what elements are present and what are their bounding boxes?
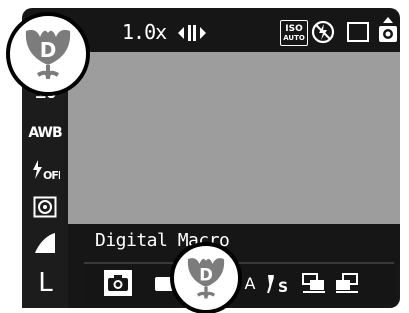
- digital-macro-callout: D: [6, 12, 90, 96]
- flash-off-icon: OFF: [28, 155, 62, 185]
- zoom-bar-icon: [176, 22, 208, 44]
- camera-orientation-icon: [377, 16, 399, 46]
- svg-text:D: D: [40, 38, 57, 62]
- zoom-indicator: 1.0x: [122, 20, 167, 44]
- digital-macro-icon: D: [183, 253, 229, 303]
- camera-lcd-screen: 1.0x ISO AUTO AWB OF L Digital Macro A S…: [0, 0, 409, 313]
- color-swap-icon[interactable]: S: [262, 268, 296, 298]
- svg-text:D: D: [199, 265, 213, 284]
- flash-off-label: OFF: [43, 169, 60, 182]
- selected-mode-callout[interactable]: D: [170, 242, 242, 313]
- iso-label: ISO: [285, 23, 303, 34]
- single-shot-icon: [347, 22, 369, 42]
- stitch-assist-icon[interactable]: [330, 268, 364, 298]
- compression-icon: [28, 228, 62, 258]
- white-balance-icon: AWB: [28, 125, 62, 141]
- color-swap-label: S: [278, 280, 288, 295]
- resolution-icon: L: [38, 268, 53, 298]
- camera-icon[interactable]: [104, 270, 132, 296]
- iso-value: AUTO: [283, 33, 305, 42]
- metering-icon: [28, 192, 62, 222]
- iso-icon: ISO AUTO: [280, 20, 308, 46]
- digital-macro-icon: D: [20, 25, 76, 83]
- flash-off-icon: [311, 20, 335, 44]
- live-view-area: [58, 52, 400, 224]
- stitch-assist-icon[interactable]: [297, 268, 331, 298]
